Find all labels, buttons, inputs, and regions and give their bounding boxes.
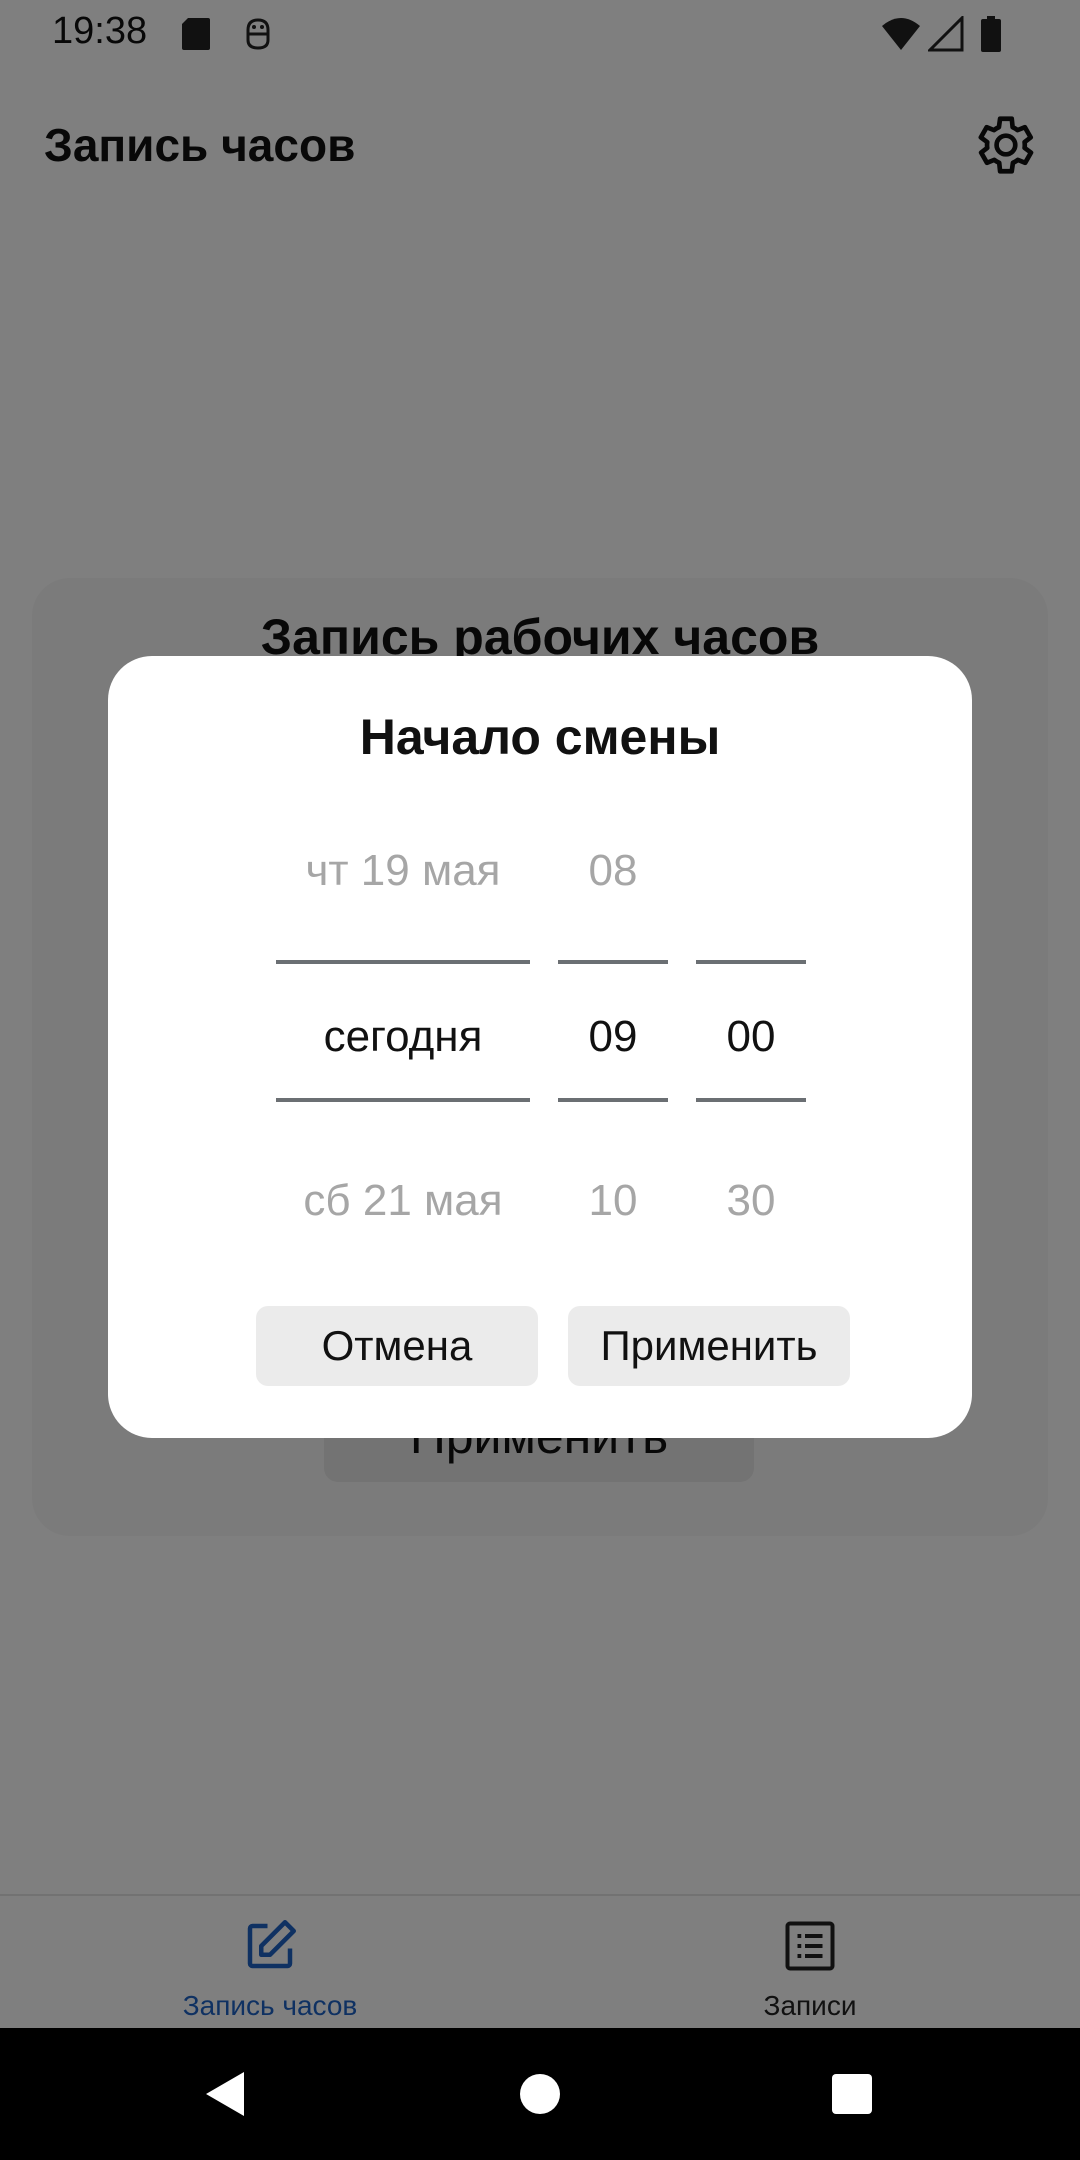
minute-option-selected[interactable]: 00: [696, 1012, 806, 1062]
apply-button[interactable]: Применить: [568, 1306, 850, 1386]
cancel-button[interactable]: Отмена: [256, 1306, 538, 1386]
minute-option-next[interactable]: 30: [696, 1176, 806, 1226]
picker-divider: [558, 1098, 668, 1102]
date-option-previous[interactable]: чт 19 мая: [276, 846, 530, 896]
dialog-title: Начало смены: [359, 709, 721, 765]
system-navigation-bar: [0, 2028, 1080, 2160]
date-option-selected[interactable]: сегодня: [276, 1012, 530, 1062]
date-option-next[interactable]: сб 21 мая: [276, 1176, 530, 1226]
picker-divider: [696, 1098, 806, 1102]
picker-divider: [696, 960, 806, 964]
home-icon[interactable]: [510, 2064, 570, 2124]
recents-icon[interactable]: [822, 2064, 882, 2124]
hour-option-previous[interactable]: 08: [558, 846, 668, 896]
picker-divider: [276, 1098, 530, 1102]
hour-option-selected[interactable]: 09: [558, 1012, 668, 1062]
picker-divider: [558, 960, 668, 964]
picker-divider: [276, 960, 530, 964]
back-icon[interactable]: [196, 2064, 256, 2124]
hour-option-next[interactable]: 10: [558, 1176, 668, 1226]
shift-start-dialog: Начало смены чт 19 мая сегодня сб 21 мая…: [108, 656, 972, 1438]
